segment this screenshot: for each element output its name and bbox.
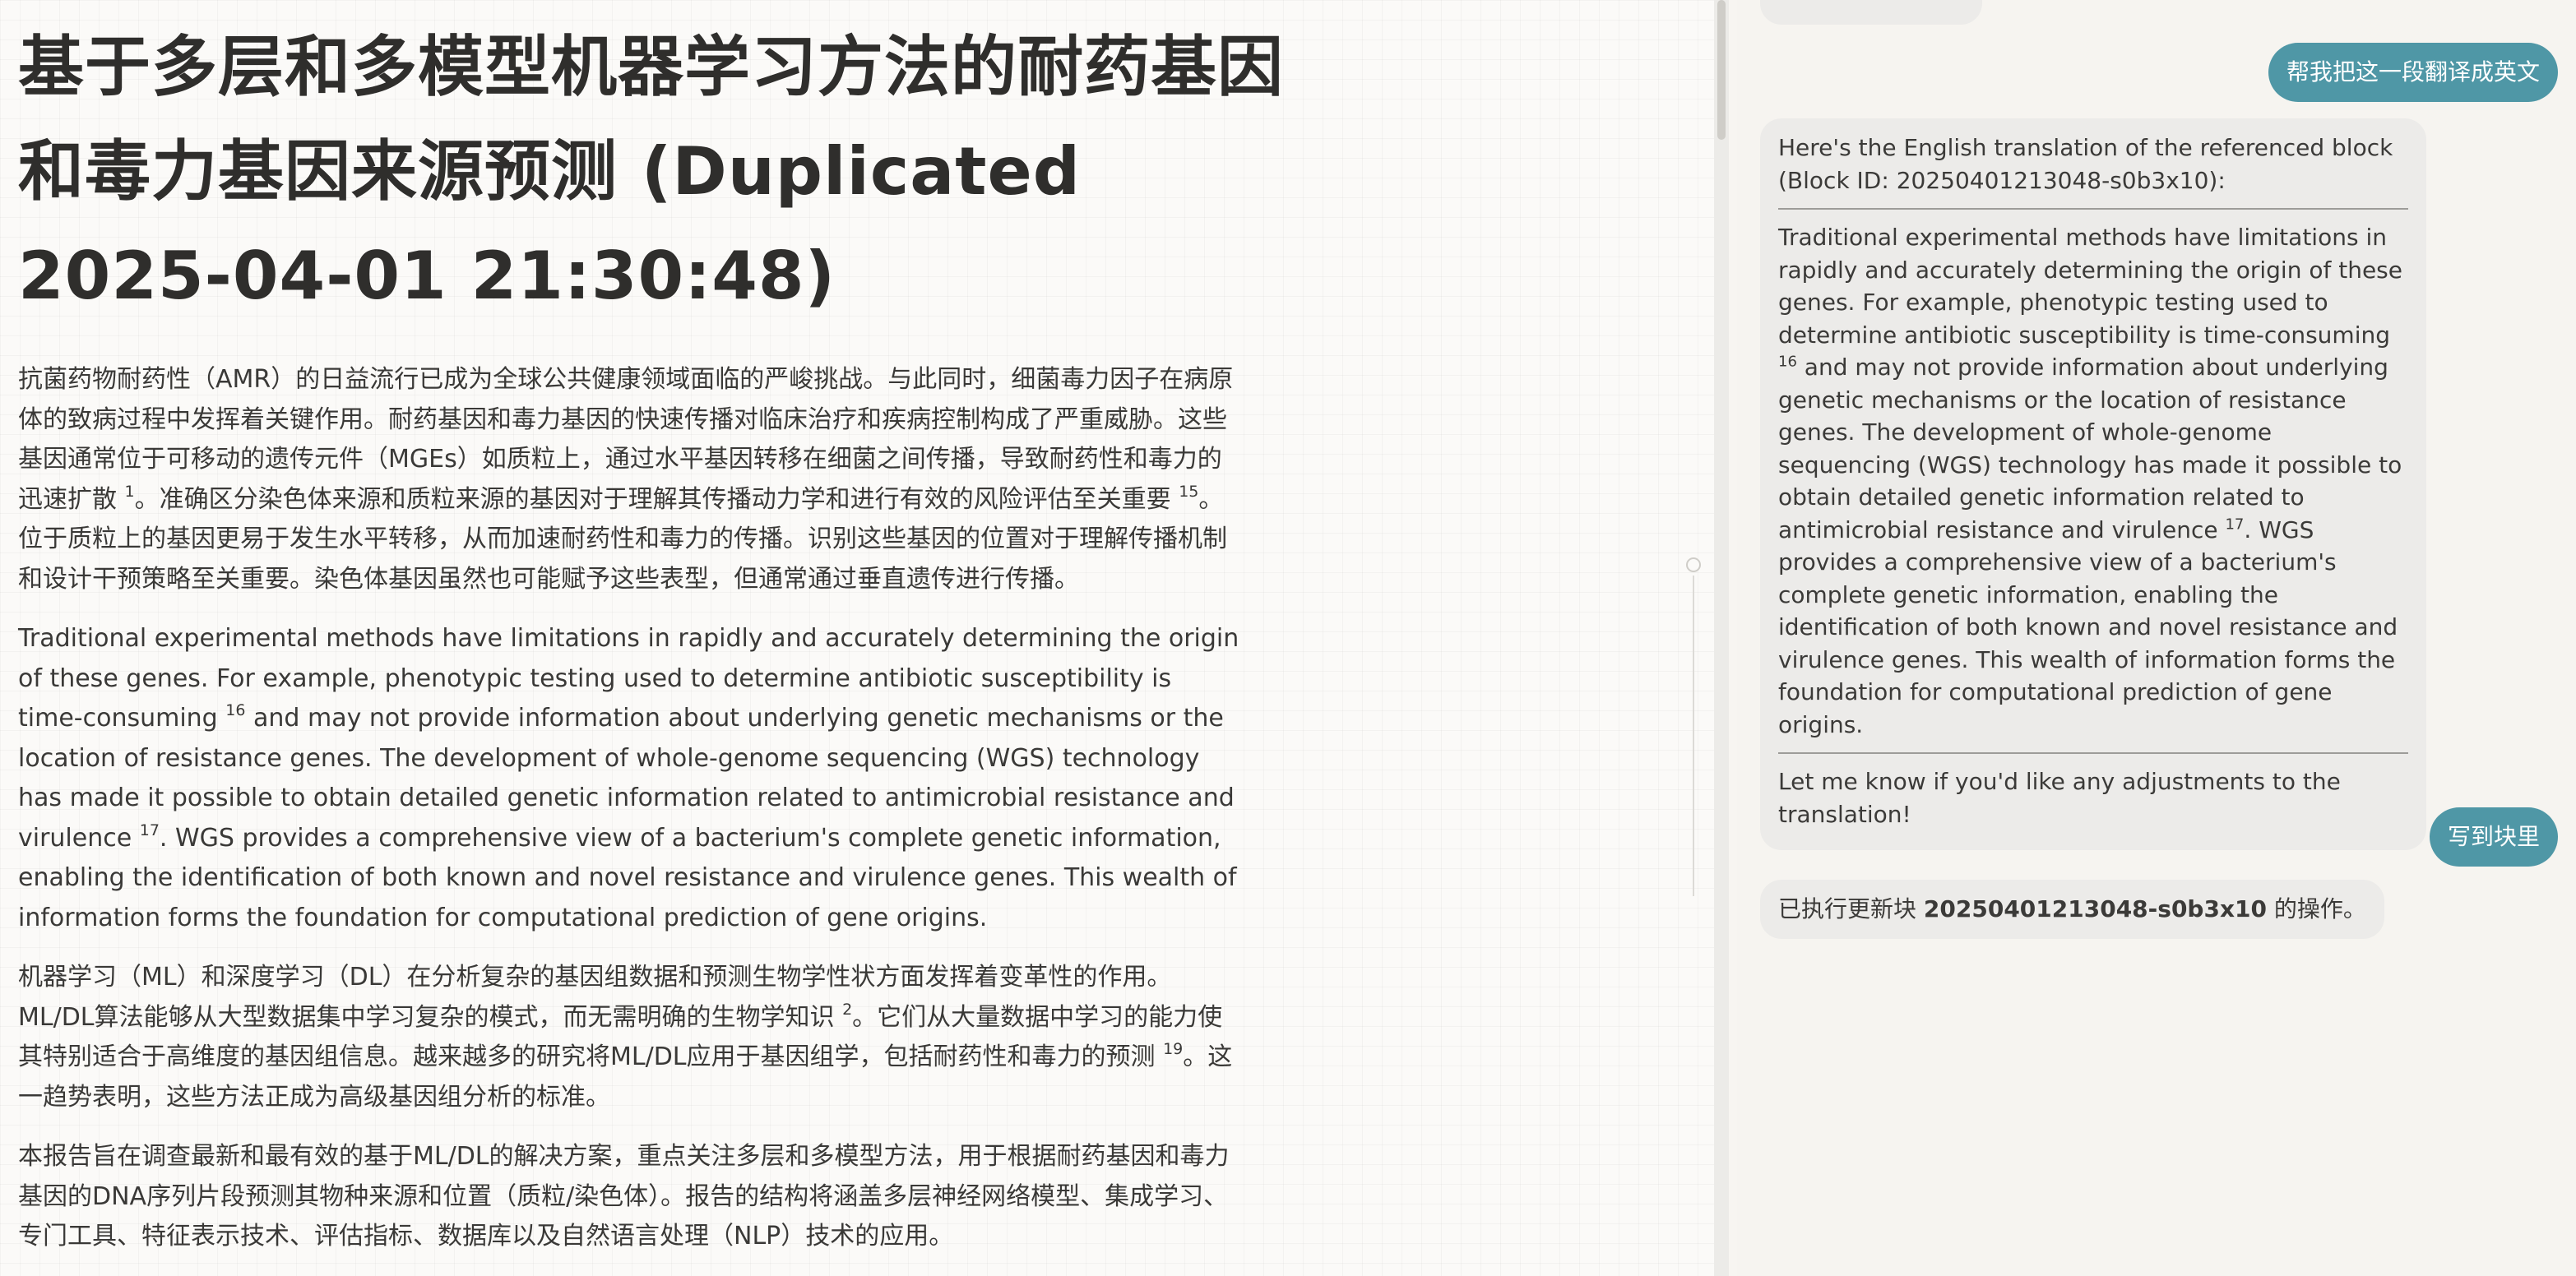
assistant-intro: Here's the English translation of the re…: [1778, 134, 2401, 194]
user-message: 帮我把这一段翻译成英文: [2268, 43, 2558, 102]
assistant-message: Here's the English translation of the re…: [1760, 118, 2426, 850]
editor-pane[interactable]: 基于多层和多模型机器学习方法的耐药基因和毒力基因来源预测 (Duplicated…: [0, 0, 1714, 1276]
divider: [1778, 752, 2408, 754]
status-suffix: 的操作。: [2266, 895, 2366, 922]
assistant-message-stub: [1760, 0, 1982, 25]
user-message: 写到块里: [2429, 807, 2558, 867]
citation-ref[interactable]: 16: [225, 701, 245, 719]
citation-ref[interactable]: 2: [842, 1001, 852, 1019]
chat-panel: 帮我把这一段翻译成英文 Here's the English translati…: [1737, 0, 2576, 1276]
citation-ref[interactable]: 19: [1163, 1040, 1183, 1058]
outline-slider-knob[interactable]: [1686, 557, 1701, 572]
outline-slider-track: [1693, 576, 1694, 896]
citation-ref[interactable]: 17: [2225, 515, 2244, 533]
editor-scrollbar[interactable]: [1714, 0, 1729, 1276]
citation-ref[interactable]: 1: [125, 483, 135, 501]
block-id: 20250401213048-s0b3x10: [1923, 895, 2267, 922]
document-body: 抗菌药物耐药性（AMR）的日益流行已成为全球公共健康领域面临的严峻挑战。与此同时…: [18, 360, 1244, 1276]
paragraph-block[interactable]: 本报告旨在调查最新和最有效的基于ML/DL的解决方案，重点关注多层和多模型方法，…: [18, 1137, 1244, 1257]
paragraph-block[interactable]: Traditional experimental methods have li…: [18, 619, 1244, 938]
assistant-status: 已执行更新块 20250401213048-s0b3x10 的操作。: [1778, 893, 2366, 926]
assistant-outro: Let me know if you'd like any adjustment…: [1778, 768, 2348, 828]
citation-ref[interactable]: 17: [140, 821, 160, 839]
assistant-message: 已执行更新块 20250401213048-s0b3x10 的操作。: [1760, 880, 2384, 939]
paragraph-block[interactable]: 机器学习（ML）和深度学习（DL）在分析复杂的基因组数据和预测生物学性状方面发挥…: [18, 958, 1244, 1117]
status-prefix: 已执行更新块: [1778, 895, 1924, 922]
citation-ref[interactable]: 15: [1179, 483, 1198, 501]
divider: [1778, 208, 2408, 210]
assistant-translation: Traditional experimental methods have li…: [1778, 224, 2410, 738]
editor-scroll-thumb[interactable]: [1717, 0, 1726, 140]
citation-ref[interactable]: 16: [1778, 354, 1797, 371]
document-title[interactable]: 基于多层和多模型机器学习方法的耐药基因和毒力基因来源预测 (Duplicated…: [18, 15, 1301, 328]
user-message-text: 写到块里: [2447, 823, 2540, 850]
user-message-text: 帮我把这一段翻译成英文: [2286, 58, 2540, 86]
paragraph-block[interactable]: 抗菌药物耐药性（AMR）的日益流行已成为全球公共健康领域面临的严峻挑战。与此同时…: [18, 360, 1244, 599]
